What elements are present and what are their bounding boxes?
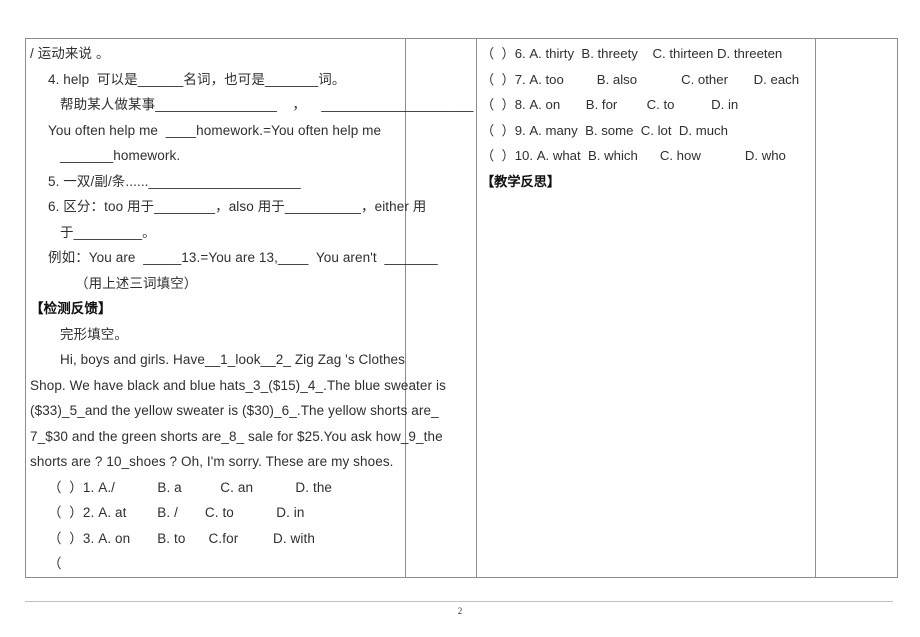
left-line: 4. help 可以是______名词，也可是_______词。 [48,71,346,87]
table-row: / 运动来说 。 4. help 可以是______名词，也可是_______词… [25,38,898,578]
table-cell-spacer [405,38,477,578]
left-column-body: / 运动来说 。 4. help 可以是______名词，也可是_______词… [26,39,474,577]
document-page: / 运动来说 。 4. help 可以是______名词，也可是_______词… [0,0,920,637]
choice-item: （ ）2. A. at B. / C. to D. in [48,505,305,520]
left-line: You often help me ____homework.=You ofte… [48,122,382,138]
choice-item: （ ）6. A. thirty B. threety C. thirteen D… [481,46,783,61]
page-number: 2 [457,606,463,616]
right-spacer-body [816,39,897,41]
cloze-passage-line: 7_$30 and the green shorts are_8_ sale f… [30,428,443,444]
cloze-passage-line: Hi, boys and girls. Have__1_look__2_ Zig… [60,352,406,367]
choice-item: （ ）8. A. on B. for C. to D. in [481,97,739,112]
choice-item: （ ）9. A. many B. some C. lot D. much [481,122,728,138]
left-line: 5. 一双/副/条......____________________ [48,173,301,189]
table-cell-right-spacer [815,38,898,578]
left-line: 于_________。 [60,224,156,240]
choice-item: （ ）7. A. too B. also C. other D. each [481,71,800,87]
cloze-passage-line: ($33)_5_and the yellow sweater is ($30)_… [30,403,439,418]
choice-item: （ ）3. A. on B. to C.for D. with [48,530,315,546]
cloze-passage-line: Shop. We have black and blue hats_3_($15… [30,377,446,393]
spacer-body [406,39,476,41]
left-line: / 运动来说 。 [30,46,110,61]
left-line: 6. 区分：too 用于________，also 用于__________，e… [48,199,427,214]
table-cell-left-content: / 运动来说 。 4. help 可以是______名词，也可是_______词… [25,38,474,578]
table-cell-right-content: （ ）6. A. thirty B. threety C. thirteen D… [476,38,816,578]
left-line: （用上述三词填空） [75,275,198,291]
choice-item: （ ）1. A./ B. a C. an D. the [48,479,333,495]
choice-item: （ ）10. A. what B. which C. how D. who [481,148,786,163]
choice-item: （ [48,556,62,571]
right-column-body: （ ）6. A. thirty B. threety C. thirteen D… [477,39,815,194]
cloze-passage-line: shorts are ? 10_shoes ? Oh, I'm sorry. T… [30,454,394,469]
section-heading-feedback: 【检测反馈】 [30,301,112,316]
left-line: _______homework. [60,148,181,163]
left-line: 例如：You are _____13.=You are 13,____ You … [48,250,438,265]
section-heading-reflection: 【教学反思】 [481,173,561,189]
left-line: 完形填空。 [60,326,128,342]
worksheet-table: / 运动来说 。 4. help 可以是______名词，也可是_______词… [25,38,898,578]
left-line: 帮助某人做某事________________ ， ______________… [60,97,474,112]
footer-divider [25,601,893,602]
